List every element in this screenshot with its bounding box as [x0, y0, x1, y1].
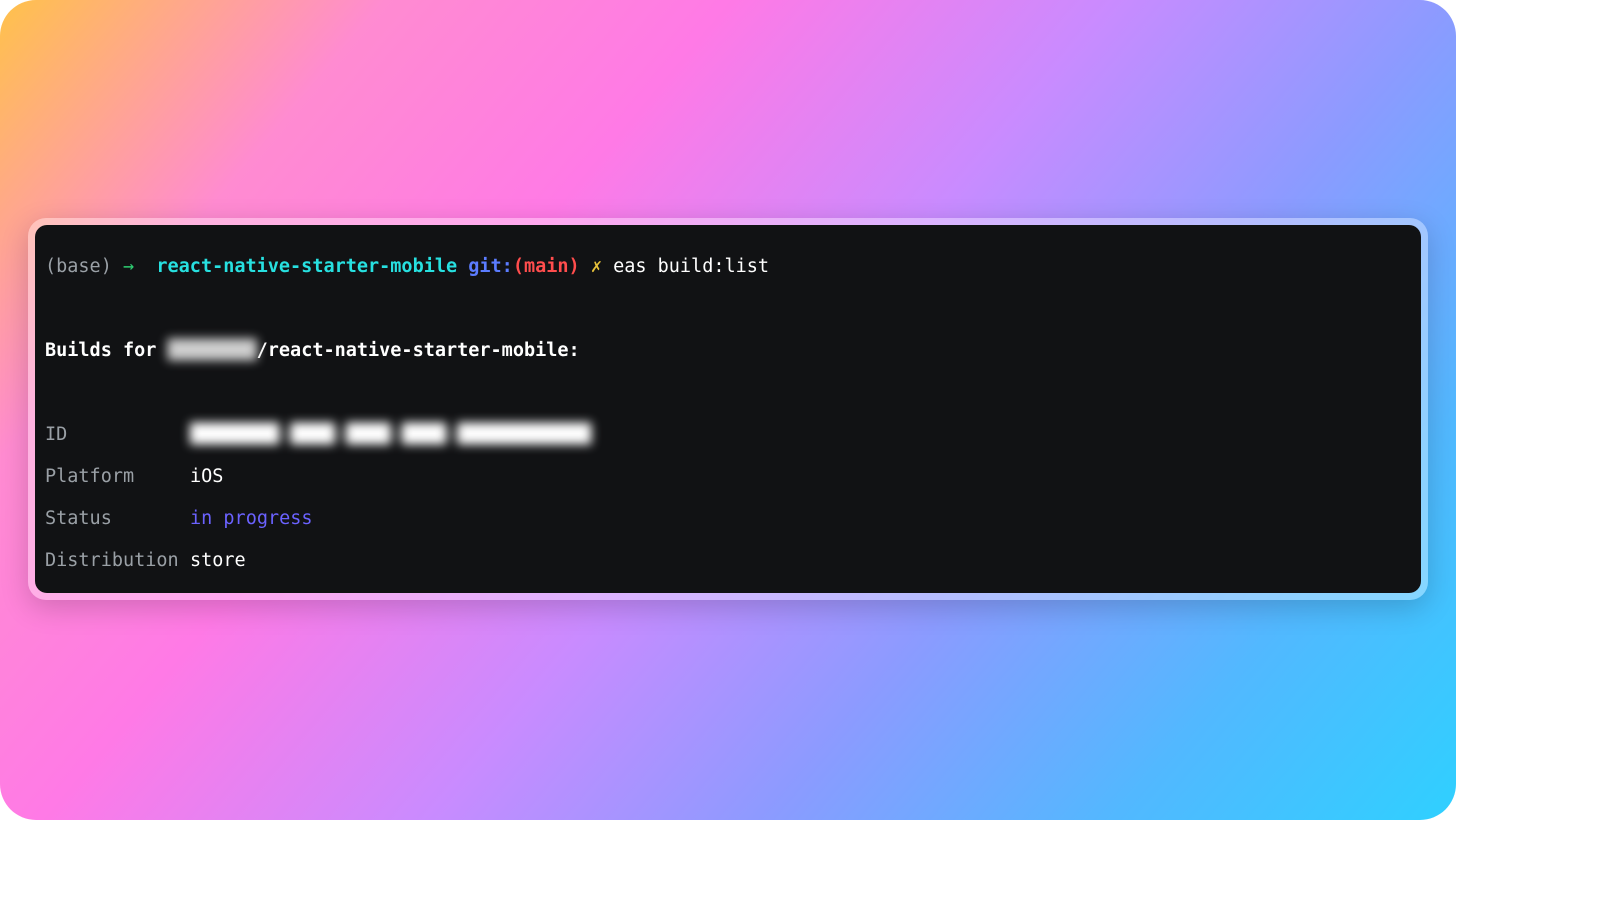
value-id-redacted: ████████-████-████-████-████████████ [190, 424, 591, 445]
row-distribution: Distributionstore [45, 550, 1411, 571]
prompt-dirty: ✗ [591, 256, 602, 277]
terminal-window: (base) → react-native-starter-mobile git… [28, 218, 1428, 600]
row-status: Statusin progress [45, 508, 1411, 529]
value-sdk: 50.0.0 [190, 592, 257, 593]
header-account-redacted: ████████ [168, 340, 257, 361]
row-id: ID████████-████-████-████-████████████ [45, 424, 1411, 445]
label-distribution: Distribution [45, 550, 190, 571]
blank-line [45, 298, 1411, 319]
label-sdk: SDK Version [45, 592, 190, 593]
prompt-git: git: [468, 256, 513, 277]
prompt-branch-close: ) [569, 256, 580, 277]
gradient-card: (base) → react-native-starter-mobile git… [0, 0, 1456, 820]
value-distribution: store [190, 550, 246, 571]
prompt-branch: main [524, 256, 569, 277]
header-prefix: Builds for [45, 340, 168, 361]
label-id: ID [45, 424, 190, 445]
prompt-line: (base) → react-native-starter-mobile git… [45, 256, 1411, 277]
prompt-command: eas build:list [613, 256, 769, 277]
prompt-path: react-native-starter-mobile [156, 256, 457, 277]
prompt-arrow: → [123, 256, 134, 277]
terminal-content[interactable]: (base) → react-native-starter-mobile git… [35, 225, 1421, 593]
label-platform: Platform [45, 466, 190, 487]
value-platform: iOS [190, 466, 223, 487]
value-status: in progress [190, 508, 313, 529]
header-suffix: /react-native-starter-mobile: [257, 340, 580, 361]
prompt-branch-open: ( [513, 256, 524, 277]
row-platform: PlatformiOS [45, 466, 1411, 487]
builds-header: Builds for ████████/react-native-starter… [45, 340, 1411, 361]
row-sdk: SDK Version50.0.0 [45, 592, 1411, 593]
prompt-env: (base) [45, 256, 112, 277]
blank-line [45, 382, 1411, 403]
label-status: Status [45, 508, 190, 529]
